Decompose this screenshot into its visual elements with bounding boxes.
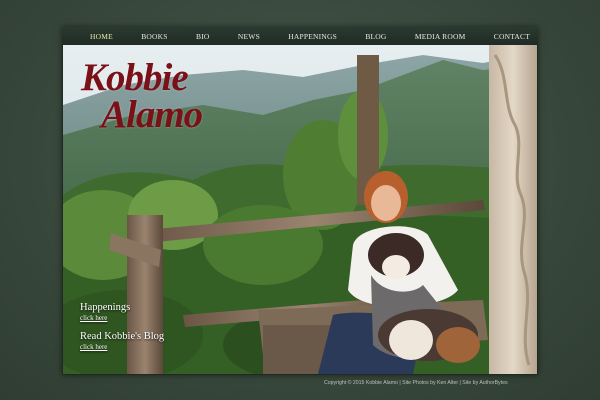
footer-credits: Copyright © 2015 Kobbie Alamo | Site Pho…: [324, 380, 508, 386]
blog-promo-title: Read Kobbie's Blog: [80, 331, 165, 342]
nav-home[interactable]: HOME: [90, 32, 113, 41]
nav-happenings[interactable]: HAPPENINGS: [288, 32, 337, 41]
nav-news[interactable]: NEWS: [238, 32, 260, 41]
content-frame: HOME BOOKS BIO NEWS HAPPENINGS BLOG MEDI…: [62, 27, 538, 375]
happenings-promo: Happenings click here: [80, 302, 130, 322]
brand-line-2: Alamo: [101, 93, 203, 136]
blog-click-here-link[interactable]: click here: [80, 343, 164, 351]
happenings-click-here-link[interactable]: click here: [80, 314, 130, 322]
nav-media-room[interactable]: MEDIA ROOM: [415, 32, 466, 41]
nav-blog[interactable]: BLOG: [365, 32, 386, 41]
page: HOME BOOKS BIO NEWS HAPPENINGS BLOG MEDI…: [0, 0, 600, 400]
main-nav: HOME BOOKS BIO NEWS HAPPENINGS BLOG MEDI…: [62, 27, 538, 45]
site-logo-title[interactable]: Kobbie Alamo: [81, 58, 203, 136]
nav-books[interactable]: BOOKS: [141, 32, 167, 41]
blog-promo: Read Kobbie's Blog click here: [80, 331, 164, 351]
happenings-promo-title: Happenings: [80, 302, 131, 313]
nav-bio[interactable]: BIO: [196, 32, 210, 41]
hero-photo: Kobbie Alamo Happenings click here Read …: [63, 45, 537, 374]
nav-contact[interactable]: CONTACT: [494, 32, 530, 41]
